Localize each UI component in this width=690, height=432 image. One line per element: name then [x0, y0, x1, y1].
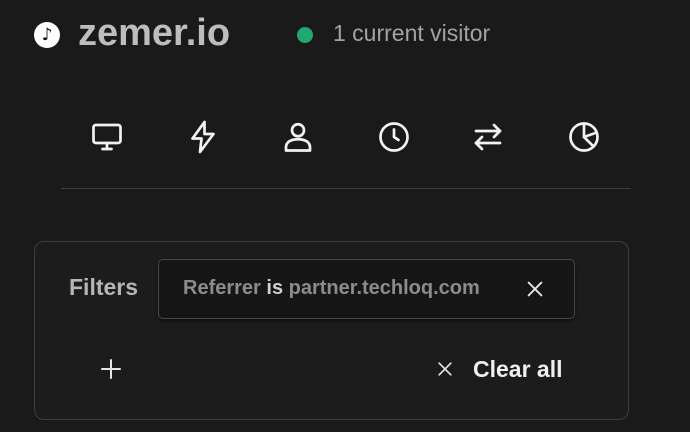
nav-visitors[interactable] [271, 110, 325, 164]
filters-label: Filters [69, 274, 139, 300]
arrows-swap-icon [474, 123, 502, 151]
clock-icon [379, 122, 409, 152]
monitor-icon [92, 123, 122, 151]
filter-operator: is [266, 277, 284, 299]
lightning-icon [191, 120, 215, 154]
filter-value: partner.techloq.com [288, 277, 480, 299]
close-icon [527, 281, 543, 297]
nav-time[interactable] [367, 110, 421, 164]
header: ♪ zemer.io 1 current visitor [0, 0, 690, 72]
nav-referrers[interactable] [461, 110, 515, 164]
remove-filter-button[interactable] [524, 278, 546, 300]
clear-all-button[interactable]: Clear all [435, 354, 563, 384]
filters-panel: Filters Referrer is partner.techloq.com … [34, 241, 629, 420]
site-name[interactable]: zemer.io [78, 12, 230, 55]
music-note-icon: ♪ [34, 22, 60, 48]
filter-chip-text: Referrer is partner.techloq.com [183, 277, 480, 300]
add-filter-button[interactable] [99, 357, 123, 381]
plus-icon [101, 359, 121, 379]
user-icon [284, 122, 312, 152]
nav-events[interactable] [176, 110, 230, 164]
filter-chip-referrer[interactable]: Referrer is partner.techloq.com [158, 259, 575, 319]
nav-devices[interactable] [80, 110, 134, 164]
nav-breakdown[interactable] [557, 110, 611, 164]
current-visitors-label[interactable]: 1 current visitor [333, 20, 490, 47]
pie-chart-icon [569, 122, 599, 152]
filter-field: Referrer [183, 277, 261, 299]
divider [61, 188, 631, 189]
live-status-dot [297, 27, 313, 43]
close-icon [435, 359, 455, 379]
report-nav [61, 110, 631, 164]
clear-all-label: Clear all [473, 355, 563, 382]
